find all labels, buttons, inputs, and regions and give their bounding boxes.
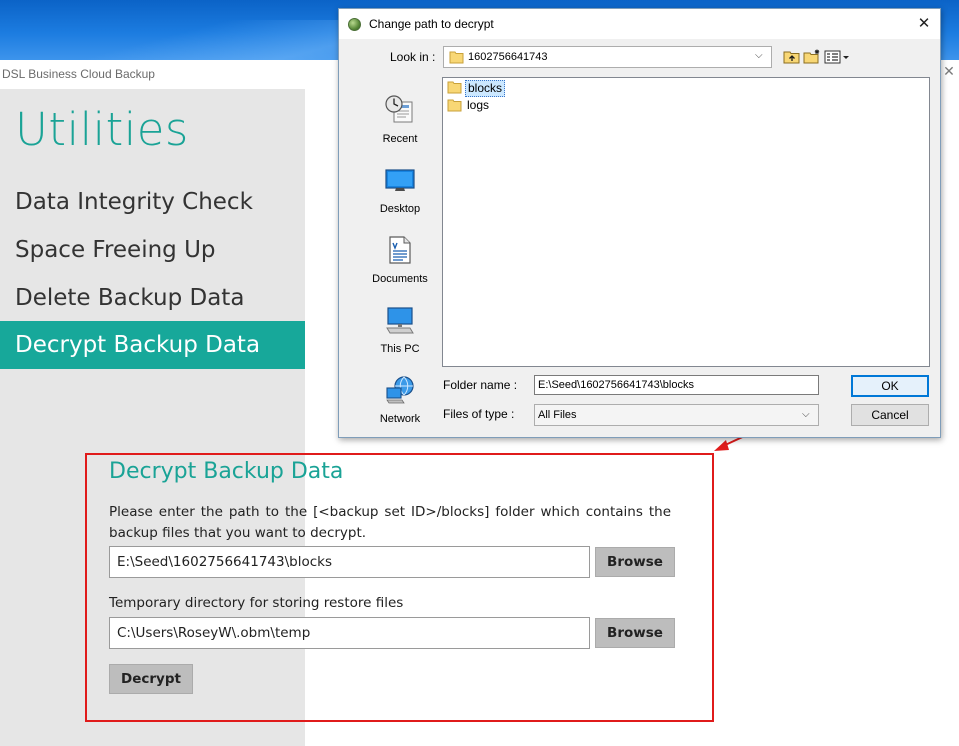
place-documents[interactable]: Documents (364, 228, 436, 298)
app-title: DSL Business Cloud Backup (2, 67, 155, 81)
place-desktop-label: Desktop (379, 203, 421, 215)
sidebar-item-data-integrity-check[interactable]: Data Integrity Check (0, 178, 305, 226)
dialog-titlebar: Change path to decrypt ✕ (339, 9, 940, 39)
folder-icon (449, 51, 464, 64)
place-network[interactable]: Network (364, 368, 436, 438)
look-in-label: Look in : (390, 50, 436, 64)
ok-button[interactable]: OK (851, 375, 929, 397)
chevron-down-icon: ⌵ (755, 50, 763, 61)
create-new-folder-icon[interactable] (803, 49, 821, 65)
app-close-icon[interactable]: ✕ (942, 65, 956, 79)
cancel-button[interactable]: Cancel (851, 404, 929, 426)
recent-icon (385, 95, 413, 123)
files-of-type-dropdown[interactable]: All Files ⌵ (534, 404, 819, 426)
places-bar: Recent Desktop Documents This PC Network (364, 78, 436, 426)
files-of-type-label: Files of type : (443, 407, 515, 421)
documents-icon (389, 236, 411, 264)
files-of-type-value: All Files (538, 409, 577, 421)
file-chooser-dialog: Change path to decrypt ✕ Look in : 16027… (338, 8, 941, 438)
network-icon (386, 376, 414, 404)
place-documents-label: Documents (372, 273, 428, 285)
file-item-label: logs (467, 98, 490, 112)
place-recent[interactable]: Recent (364, 88, 436, 158)
annotation-highlight-box (85, 453, 714, 722)
computer-icon (386, 307, 414, 334)
folder-icon (447, 81, 462, 94)
folder-icon (447, 99, 462, 112)
up-one-level-icon[interactable] (783, 49, 801, 65)
sidebar-item-space-freeing-up[interactable]: Space Freeing Up (0, 226, 305, 274)
look-in-value: 1602756641743 (468, 51, 548, 63)
desktop-icon (385, 169, 415, 191)
file-item-label: blocks (465, 80, 506, 97)
folder-name-label: Folder name : (443, 378, 518, 392)
place-desktop[interactable]: Desktop (364, 158, 436, 228)
look-in-dropdown[interactable]: 1602756641743 ⌵ (443, 46, 772, 68)
place-this-pc[interactable]: This PC (364, 298, 436, 368)
file-list[interactable]: blocks logs (442, 77, 930, 367)
place-network-label: Network (379, 413, 421, 425)
dialog-title: Change path to decrypt (369, 17, 494, 31)
sidebar-item-delete-backup-data[interactable]: Delete Backup Data (0, 274, 305, 322)
dialog-close-icon[interactable]: ✕ (915, 14, 933, 32)
chevron-down-icon: ⌵ (802, 409, 810, 420)
view-menu-icon[interactable] (824, 49, 850, 65)
place-this-pc-label: This PC (380, 343, 420, 355)
java-app-icon (348, 18, 361, 31)
place-recent-label: Recent (382, 133, 418, 145)
sidebar-title: Utilities (15, 103, 189, 156)
folder-name-input[interactable]: E:\Seed\1602756641743\blocks (534, 375, 819, 395)
sidebar-item-decrypt-backup-data[interactable]: Decrypt Backup Data (0, 321, 305, 369)
